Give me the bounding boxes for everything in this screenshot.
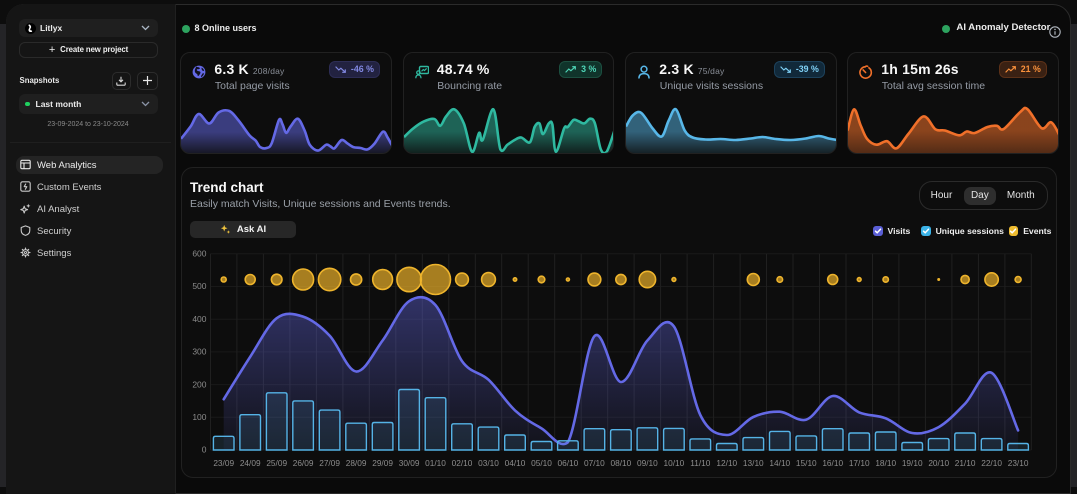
svg-text:12/10: 12/10 — [716, 458, 737, 468]
svg-text:10/10: 10/10 — [664, 458, 685, 468]
svg-text:05/10: 05/10 — [531, 458, 552, 468]
svg-text:16/10: 16/10 — [822, 458, 843, 468]
svg-text:01/10: 01/10 — [425, 458, 446, 468]
svg-text:13/10: 13/10 — [743, 458, 764, 468]
svg-text:04/10: 04/10 — [505, 458, 526, 468]
svg-text:21/10: 21/10 — [955, 458, 976, 468]
svg-text:25/09: 25/09 — [266, 458, 287, 468]
svg-text:09/10: 09/10 — [637, 458, 658, 468]
svg-text:07/10: 07/10 — [584, 458, 605, 468]
svg-text:18/10: 18/10 — [875, 458, 896, 468]
svg-text:06/10: 06/10 — [558, 458, 579, 468]
svg-text:30/09: 30/09 — [399, 458, 420, 468]
svg-text:14/10: 14/10 — [769, 458, 790, 468]
svg-text:0: 0 — [202, 445, 207, 455]
svg-text:24/09: 24/09 — [240, 458, 261, 468]
svg-text:17/10: 17/10 — [849, 458, 870, 468]
svg-text:26/09: 26/09 — [293, 458, 314, 468]
svg-text:20/10: 20/10 — [928, 458, 949, 468]
svg-text:03/10: 03/10 — [478, 458, 499, 468]
svg-text:400: 400 — [192, 314, 206, 324]
svg-text:100: 100 — [192, 412, 206, 422]
svg-text:28/09: 28/09 — [346, 458, 367, 468]
svg-text:02/10: 02/10 — [452, 458, 473, 468]
svg-text:27/09: 27/09 — [319, 458, 340, 468]
svg-text:08/10: 08/10 — [611, 458, 632, 468]
svg-text:500: 500 — [192, 281, 206, 291]
svg-text:22/10: 22/10 — [981, 458, 1002, 468]
svg-text:23/09: 23/09 — [213, 458, 234, 468]
svg-text:19/10: 19/10 — [902, 458, 923, 468]
svg-text:300: 300 — [192, 347, 206, 357]
svg-text:23/10: 23/10 — [1008, 458, 1029, 468]
svg-text:200: 200 — [192, 379, 206, 389]
svg-text:600: 600 — [192, 249, 206, 259]
svg-text:29/09: 29/09 — [372, 458, 393, 468]
svg-text:15/10: 15/10 — [796, 458, 817, 468]
svg-text:11/10: 11/10 — [690, 458, 711, 468]
